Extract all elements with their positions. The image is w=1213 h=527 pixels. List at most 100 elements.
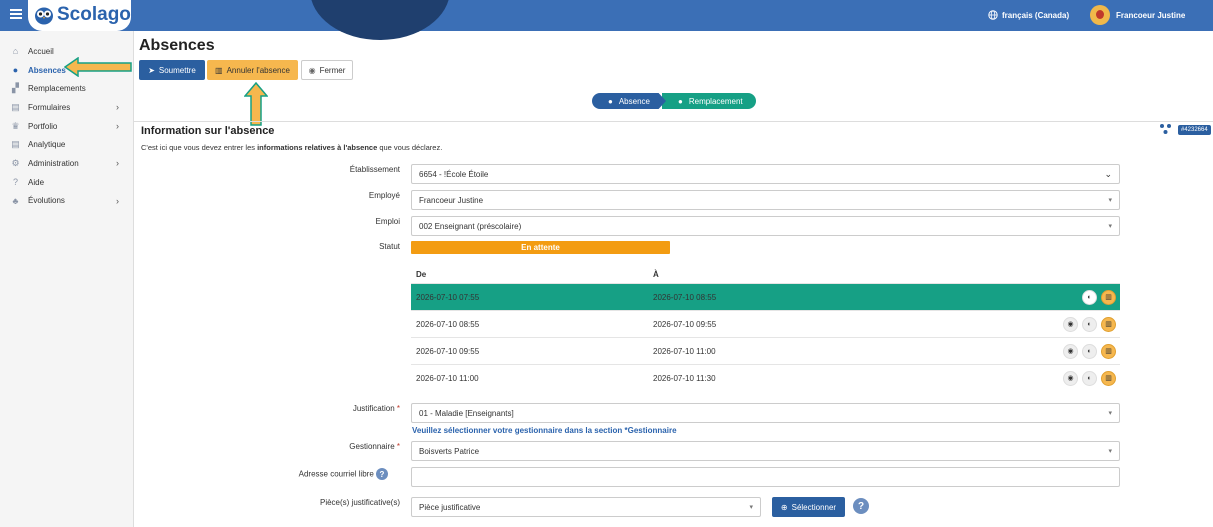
chevron-right-icon: › (116, 121, 119, 132)
close-label: Fermer (319, 65, 346, 75)
chevron-right-icon: › (116, 102, 119, 113)
chevron-right-icon: › (116, 158, 119, 169)
exclude-icon[interactable]: ◐ (1082, 316, 1097, 332)
avatar (1090, 5, 1110, 25)
sidebar-item-label: Évolutions (28, 196, 65, 206)
employe-label: Employé (368, 191, 400, 200)
etablissement-value: 6654 - !École Étoile (419, 169, 489, 179)
required-marker: * (396, 442, 400, 451)
chevron-down-icon: ⌄ (1104, 168, 1112, 179)
justification-value: 01 - Maladie [Enseignants] (419, 408, 514, 418)
cancel-label: Annuler l'absence (226, 65, 290, 75)
sidebar-item-label: Formulaires (28, 102, 71, 112)
select-file-button[interactable]: ⊕ Sélectionner (772, 497, 845, 517)
close-button[interactable]: ◉ Fermer (301, 60, 353, 80)
trophy-icon: ♛ (11, 120, 20, 131)
gestionnaire-select[interactable]: Boisverts Patrice ▾ (411, 441, 1120, 461)
exclude-icon[interactable]: ◐ (1082, 289, 1097, 305)
period-to: 2026-07-10 08:55 (653, 292, 717, 302)
sidebar-item-evolutions[interactable]: ♣ Évolutions › (0, 192, 133, 211)
sidebar-item-remplacements[interactable]: ▞ Remplacements (0, 79, 133, 98)
row-actions: ◉ ◐ ▥ (1063, 316, 1116, 332)
step-indicator: ● Absence ● Remplacement (592, 93, 756, 109)
step-absence[interactable]: ● Absence (592, 93, 666, 109)
question-icon: ? (12, 177, 18, 188)
main-content: Absences ➤ Soumettre ▥ Annuler l'absence… (134, 31, 1213, 527)
trash-icon[interactable]: ▥ (1101, 370, 1116, 386)
eye-icon[interactable]: ◉ (1063, 343, 1078, 359)
eye-icon[interactable]: ◉ (1063, 316, 1078, 332)
etablissement-select[interactable]: 6654 - !École Étoile ⌄ (411, 164, 1120, 184)
sidebar-item-analytique[interactable]: ▤ Analytique (0, 135, 133, 154)
globe-icon (988, 10, 998, 20)
emploi-label: Emploi (375, 217, 400, 226)
exclude-icon[interactable]: ◐ (1082, 370, 1097, 386)
trash-icon[interactable]: ▥ (1101, 343, 1116, 359)
sidebar-item-formulaires[interactable]: ▤ Formulaires › (0, 98, 133, 117)
sidebar-item-label: Absences (28, 65, 66, 75)
logo-text: Scolago (57, 4, 131, 25)
logo[interactable]: Scolago (28, 0, 131, 31)
cancel-absence-button[interactable]: ▥ Annuler l'absence (207, 60, 298, 80)
top-bar: Scolago français (Canada) Francoeur Just… (0, 0, 1213, 40)
sidebar-item-portfolio[interactable]: ♛ Portfolio › (0, 117, 133, 136)
annotation-arrow-left (64, 57, 132, 77)
caret-down-icon: ▾ (1108, 223, 1112, 230)
chevron-right-icon: › (116, 195, 119, 206)
statut-label: Statut (379, 242, 400, 251)
employe-value: Francoeur Justine (419, 195, 484, 205)
trash-icon[interactable]: ▥ (1101, 316, 1116, 332)
section-title: Information sur l'absence (141, 125, 275, 137)
table-row[interactable]: 2026-07-10 08:55 2026-07-10 09:55 ◉ ◐ ▥ (411, 310, 1120, 337)
gestionnaire-help-link[interactable]: Veuillez sélectionner votre gestionnaire… (412, 426, 677, 435)
gear-icon: ⚙ (11, 157, 20, 168)
send-icon: ➤ (148, 65, 155, 75)
justification-label: Justification * (270, 404, 400, 413)
help-icon[interactable]: ? (853, 498, 869, 514)
attachment-icon: ⊕ (780, 502, 788, 512)
close-circle-icon: ◉ (308, 65, 316, 75)
pieces-select[interactable]: Pièce justificative ▾ (411, 497, 761, 517)
emploi-select[interactable]: 002 Enseignant (préscolaire) ▾ (411, 216, 1120, 236)
table-row[interactable]: 2026-07-10 09:55 2026-07-10 11:00 ◉ ◐ ▥ (411, 337, 1120, 364)
step-label: Absence (618, 96, 650, 106)
caret-down-icon: ▾ (1108, 410, 1112, 417)
trash-icon[interactable]: ▥ (1101, 289, 1116, 305)
email-field[interactable] (411, 467, 1120, 487)
caret-down-icon: ▾ (749, 504, 753, 511)
plant-icon: ♣ (12, 195, 19, 206)
exclude-icon[interactable]: ◐ (1082, 343, 1097, 359)
gestionnaire-label-text: Gestionnaire (349, 442, 395, 451)
user-menu[interactable]: Francoeur Justine (1090, 5, 1185, 25)
trash-icon: ▥ (215, 65, 223, 75)
document-icon: ▤ (11, 101, 20, 112)
table-row[interactable]: 2026-07-10 11:00 2026-07-10 11:30 ◉ ◐ ▥ (411, 364, 1120, 391)
select-label: Sélectionner (791, 502, 837, 512)
menu-icon[interactable] (10, 9, 22, 19)
adresse-label-text: Adresse courriel libre (298, 469, 374, 479)
pieces-value: Pièce justificative (419, 502, 481, 512)
language-selector[interactable]: français (Canada) (988, 10, 1069, 20)
org-chart-icon[interactable] (1159, 123, 1173, 135)
period-from: 2026-07-10 08:55 (416, 319, 480, 329)
employe-select[interactable]: Francoeur Justine ▾ (411, 190, 1120, 210)
submit-label: Soumettre (158, 65, 196, 75)
table-row[interactable]: 2026-07-10 07:55 2026-07-10 08:55 ◐ ▥ (411, 283, 1120, 310)
sidebar-item-label: Portfolio (28, 121, 58, 131)
sidebar-item-administration[interactable]: ⚙ Administration › (0, 154, 133, 173)
periods-table: De À 2026-07-10 07:55 2026-07-10 08:55 ◐… (411, 265, 1120, 391)
justification-select[interactable]: 01 - Maladie [Enseignants] ▾ (411, 403, 1120, 423)
period-to: 2026-07-10 09:55 (653, 319, 717, 329)
column-header-from: De (416, 269, 427, 279)
period-from: 2026-07-10 09:55 (416, 346, 480, 356)
section-description: C'est ici que vous devez entrer les info… (141, 143, 442, 152)
caret-down-icon: ▾ (1108, 448, 1112, 455)
step-remplacement[interactable]: ● Remplacement (662, 93, 756, 109)
help-icon[interactable]: ? (376, 468, 388, 480)
period-to: 2026-07-10 11:30 (653, 373, 716, 383)
submit-button[interactable]: ➤ Soumettre (139, 60, 205, 80)
sidebar-item-aide[interactable]: ? Aide (0, 173, 133, 192)
eye-icon[interactable]: ◉ (1063, 370, 1078, 386)
owl-logo-icon (35, 7, 53, 25)
sidebar-item-label: Analytique (28, 140, 66, 150)
